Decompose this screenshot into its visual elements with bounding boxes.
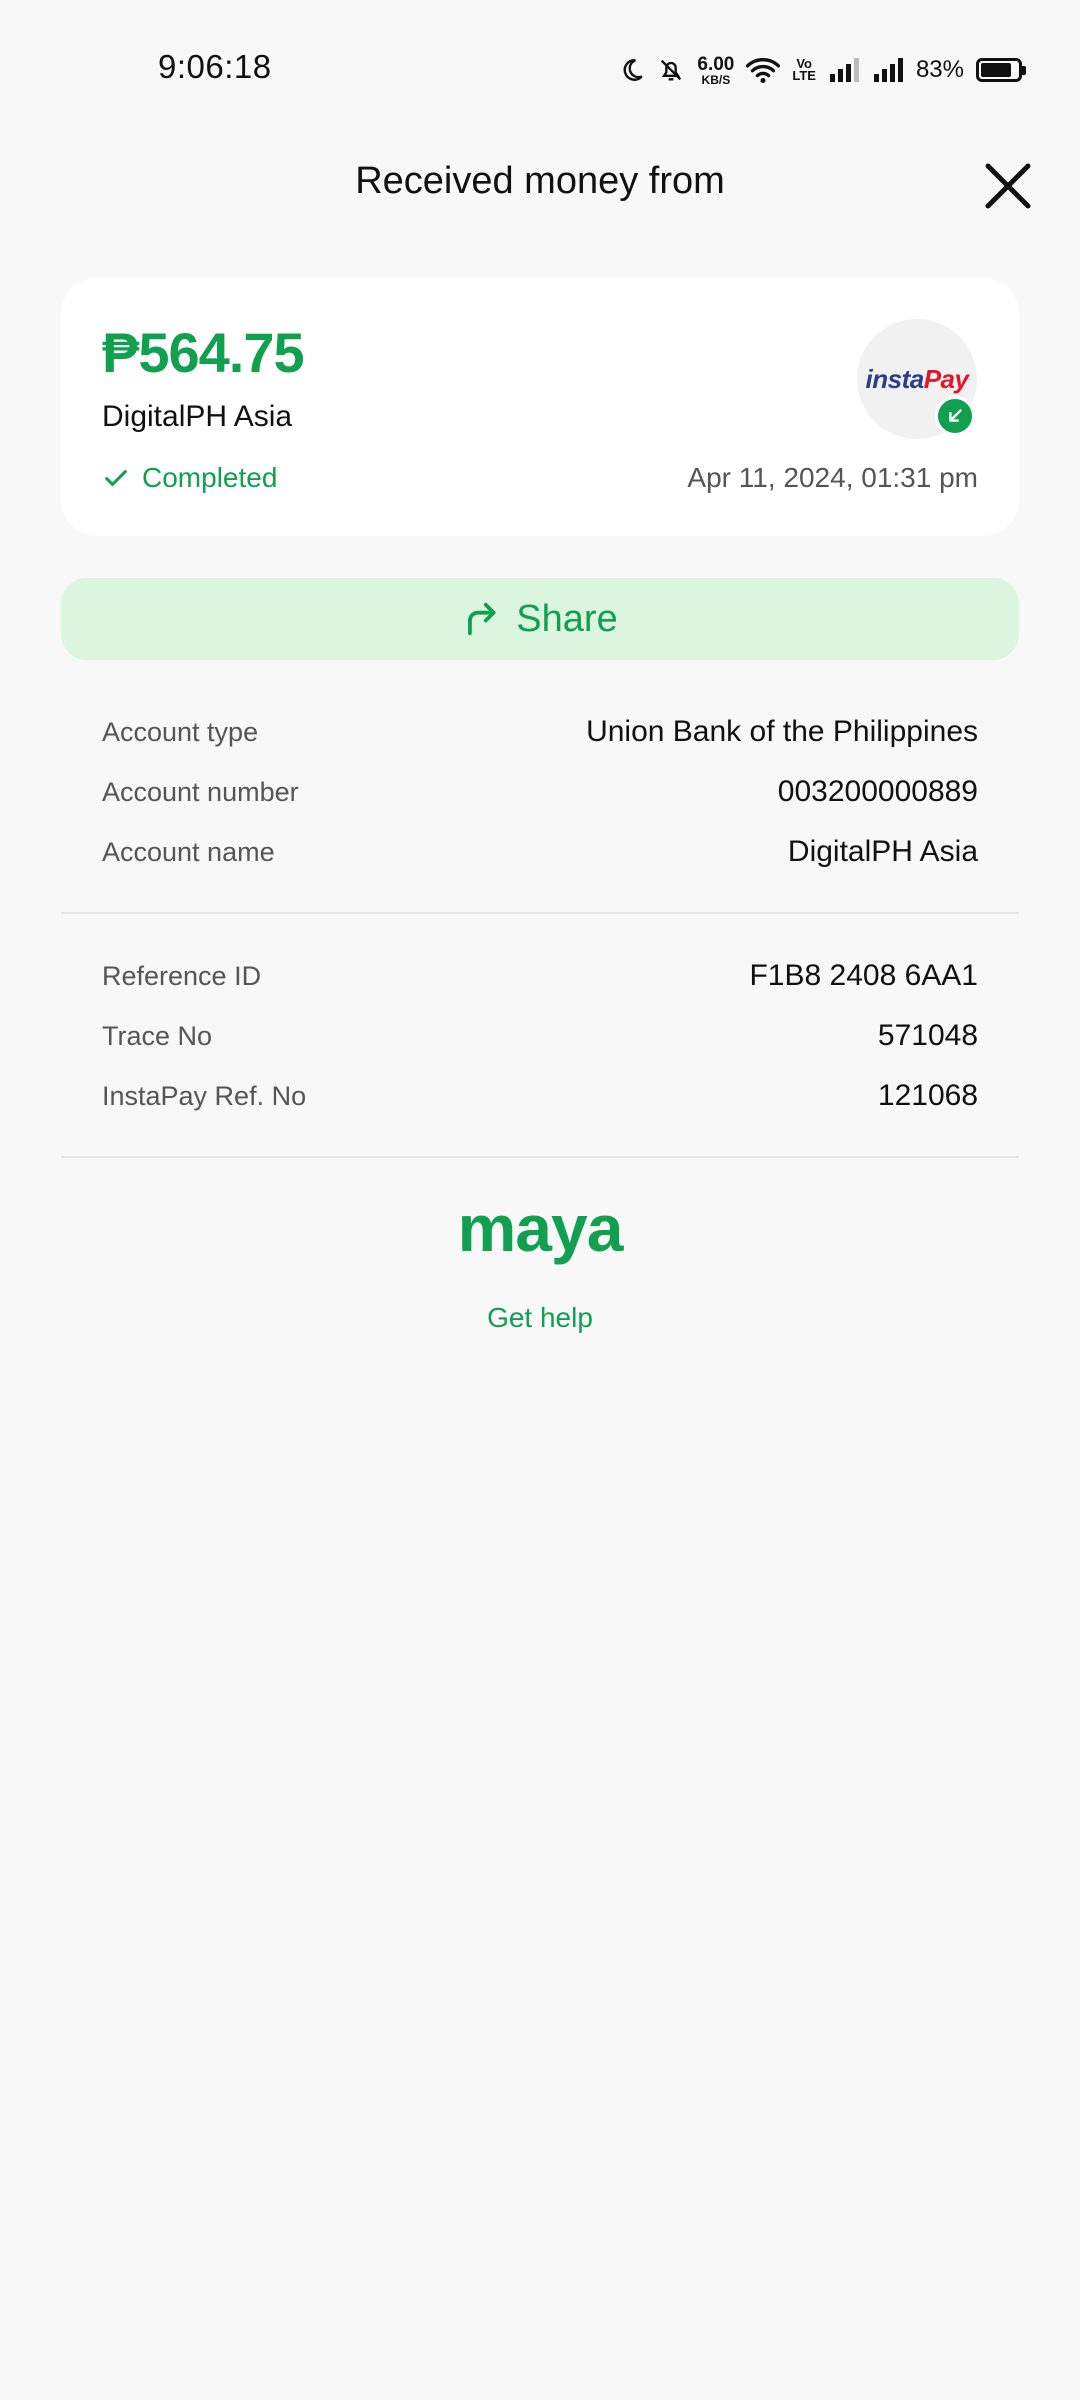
detail-label: InstaPay Ref. No — [102, 1080, 307, 1111]
detail-label: Account type — [102, 716, 259, 747]
share-label: Share — [516, 597, 618, 640]
status-bar: 9:06:18 6.00 KB/S Vo LTE 83% — [0, 0, 1080, 130]
net-speed-value: 6.00 — [697, 53, 735, 75]
volte-icon: Vo LTE — [792, 57, 816, 83]
detail-value: 003200000889 — [777, 775, 978, 808]
detail-row-account-number: Account number 003200000889 — [102, 762, 978, 822]
incoming-arrow-icon — [935, 396, 975, 436]
detail-value: 121068 — [877, 1079, 978, 1112]
status-row: Completed — [102, 462, 277, 494]
net-speed-unit: KB/S — [701, 72, 731, 87]
detail-value: Union Bank of the Philippines — [586, 715, 978, 748]
detail-row-account-type: Account type Union Bank of the Philippin… — [102, 702, 978, 762]
account-details: Account type Union Bank of the Philippin… — [102, 702, 978, 882]
payer-name: DigitalPH Asia — [102, 400, 293, 433]
check-icon — [105, 470, 127, 486]
battery-percent: 83% — [915, 56, 964, 83]
detail-value: F1B8 2408 6AA1 — [749, 959, 978, 992]
reference-details: Reference ID F1B8 2408 6AA1 Trace No 571… — [102, 946, 978, 1126]
battery-icon — [976, 58, 1026, 82]
detail-label: Trace No — [102, 1020, 213, 1051]
close-icon — [985, 163, 1031, 209]
amount: ₱564.75 — [102, 321, 305, 384]
page-title: Received money from — [355, 160, 725, 202]
transaction-summary-card: ₱564.75 DigitalPH Asia Completed Apr 11,… — [61, 278, 1019, 536]
detail-label: Account number — [102, 776, 299, 807]
share-button[interactable]: Share — [61, 578, 1019, 660]
detail-label: Account name — [102, 836, 275, 867]
detail-row-account-name: Account name DigitalPH Asia — [102, 822, 978, 882]
detail-value: 571048 — [877, 1019, 978, 1052]
battery-fill — [981, 63, 1011, 77]
close-button[interactable] — [980, 158, 1036, 214]
status-icons: 6.00 KB/S Vo LTE 83% — [619, 50, 1026, 90]
wifi-icon — [746, 56, 781, 84]
divider — [61, 912, 1019, 914]
volte-bottom: LTE — [792, 68, 816, 83]
signal-icon-sim2 — [872, 56, 904, 84]
instapay-logo-insta: insta — [865, 363, 925, 394]
detail-value: DigitalPH Asia — [787, 835, 978, 868]
detail-row-instapay-ref: InstaPay Ref. No 121068 — [102, 1066, 978, 1126]
moon-icon — [619, 57, 645, 83]
get-help-link[interactable]: Get help — [0, 1302, 1080, 1334]
detail-row-reference-id: Reference ID F1B8 2408 6AA1 — [102, 946, 978, 1006]
transaction-date: Apr 11, 2024, 01:31 pm — [687, 462, 978, 493]
instapay-logo-pay: Pay — [923, 363, 969, 394]
signal-icon-sim1 — [828, 56, 860, 84]
status-text: Completed — [142, 462, 278, 493]
status-time: 9:06:18 — [158, 48, 272, 85]
detail-label: Reference ID — [102, 960, 262, 991]
net-speed: 6.00 KB/S — [697, 55, 734, 86]
bell-off-icon — [657, 56, 685, 84]
divider — [61, 1156, 1019, 1158]
share-arrow-icon — [468, 602, 496, 636]
maya-logo: maya — [457, 1191, 624, 1265]
detail-row-trace-no: Trace No 571048 — [102, 1006, 978, 1066]
